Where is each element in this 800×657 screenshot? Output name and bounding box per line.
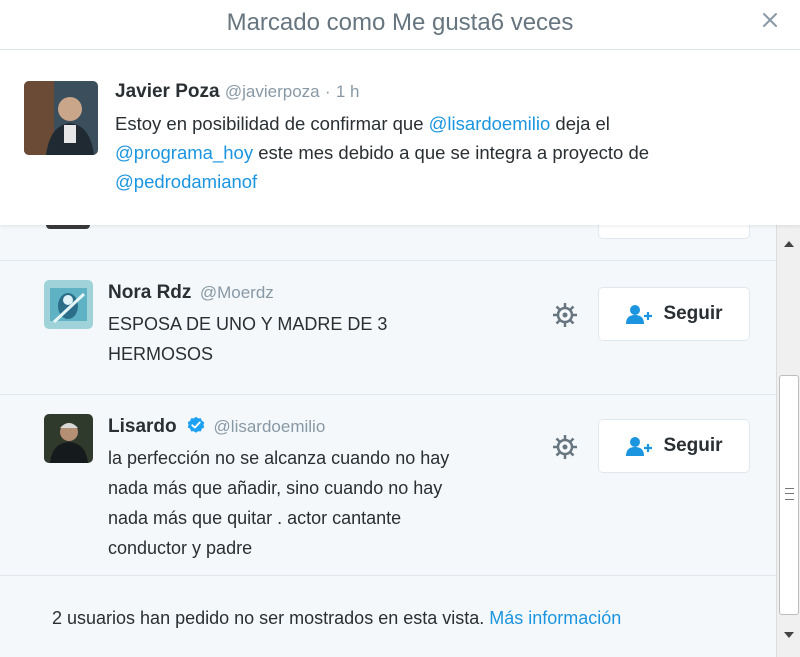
tweet-text-part: deja el bbox=[550, 113, 610, 134]
scroll-down-button[interactable] bbox=[777, 627, 800, 643]
tweet-separator: · bbox=[324, 82, 331, 101]
list-item-user[interactable]: Nora Rdz @Moerdz ESPOSA DE UNO Y MADRE D… bbox=[0, 262, 776, 395]
close-icon bbox=[763, 13, 777, 27]
user-name[interactable]: Nora Rdz bbox=[108, 282, 191, 303]
list-item-partial bbox=[0, 225, 776, 261]
follow-button-label: Seguir bbox=[663, 435, 723, 456]
vertical-scrollbar[interactable] bbox=[776, 225, 800, 657]
gear-icon bbox=[553, 303, 577, 327]
tweet-author-handle[interactable]: @javierpoza bbox=[225, 82, 320, 101]
avatar bbox=[46, 225, 90, 229]
follow-button[interactable]: Seguir bbox=[598, 419, 750, 473]
tweet-timestamp[interactable]: 1 h bbox=[336, 82, 360, 101]
user-bio: ESPOSA DE UNO Y MADRE DE 3 HERMOSOS bbox=[108, 314, 388, 364]
mention-link[interactable]: @pedrodamianof bbox=[115, 171, 257, 192]
chevron-up-icon bbox=[784, 240, 794, 247]
tweet-author-avatar[interactable] bbox=[24, 81, 98, 155]
follow-button-label: Seguir bbox=[663, 303, 723, 324]
modal-title: Marcado como Me gusta6 veces bbox=[226, 9, 574, 36]
user-handle[interactable]: @Moerdz bbox=[200, 283, 274, 302]
tweet-author-name[interactable]: Javier Poza bbox=[115, 81, 220, 102]
tweet-header: Javier Poza @javierpoza · 1 h bbox=[115, 81, 359, 103]
user-name[interactable]: Lisardo bbox=[108, 416, 177, 437]
tweet-text: Estoy en posibilidad de confirmar que @l… bbox=[115, 109, 755, 196]
scroll-up-button[interactable] bbox=[777, 235, 800, 251]
list-item-user[interactable]: Lisardo @lisardoemilio la perfección no … bbox=[0, 396, 776, 576]
likers-list[interactable]: Nora Rdz @Moerdz ESPOSA DE UNO Y MADRE D… bbox=[0, 225, 776, 657]
tweet-text-part: Estoy en posibilidad de confirmar que bbox=[115, 113, 429, 134]
user-actions-button[interactable] bbox=[550, 300, 580, 330]
user-header: Lisardo @lisardoemilio bbox=[108, 416, 325, 438]
liked-tweet: Javier Poza @javierpoza · 1 h Estoy en p… bbox=[0, 51, 800, 225]
user-actions-button[interactable] bbox=[550, 432, 580, 462]
close-button[interactable] bbox=[758, 8, 782, 32]
chevron-down-icon bbox=[784, 631, 794, 638]
mention-link[interactable]: @lisardoemilio bbox=[429, 113, 551, 134]
grip-icon bbox=[785, 488, 794, 500]
scrollbar-thumb[interactable] bbox=[779, 375, 799, 615]
avatar[interactable] bbox=[44, 414, 93, 463]
hidden-users-note: 2 usuarios han pedido no ser mostrados e… bbox=[52, 608, 621, 629]
user-handle[interactable]: @lisardoemilio bbox=[214, 417, 326, 436]
follow-user-icon bbox=[626, 437, 653, 456]
follow-user-icon bbox=[626, 305, 653, 324]
avatar[interactable] bbox=[44, 280, 93, 329]
user-header: Nora Rdz @Moerdz bbox=[108, 282, 274, 304]
more-info-link[interactable]: Más información bbox=[489, 608, 621, 628]
mention-link[interactable]: @programa_hoy bbox=[115, 142, 253, 163]
verified-icon bbox=[187, 416, 205, 433]
user-bio: la perfección no se alcanza cuando no ha… bbox=[108, 448, 450, 558]
gear-icon bbox=[553, 435, 577, 459]
modal-header: Marcado como Me gusta6 veces bbox=[0, 0, 800, 50]
follow-button-partial[interactable] bbox=[598, 225, 750, 239]
hidden-users-text: 2 usuarios han pedido no ser mostrados e… bbox=[52, 608, 490, 628]
follow-button[interactable]: Seguir bbox=[598, 287, 750, 341]
tweet-text-part: este mes debido a que se integra a proye… bbox=[253, 142, 650, 163]
